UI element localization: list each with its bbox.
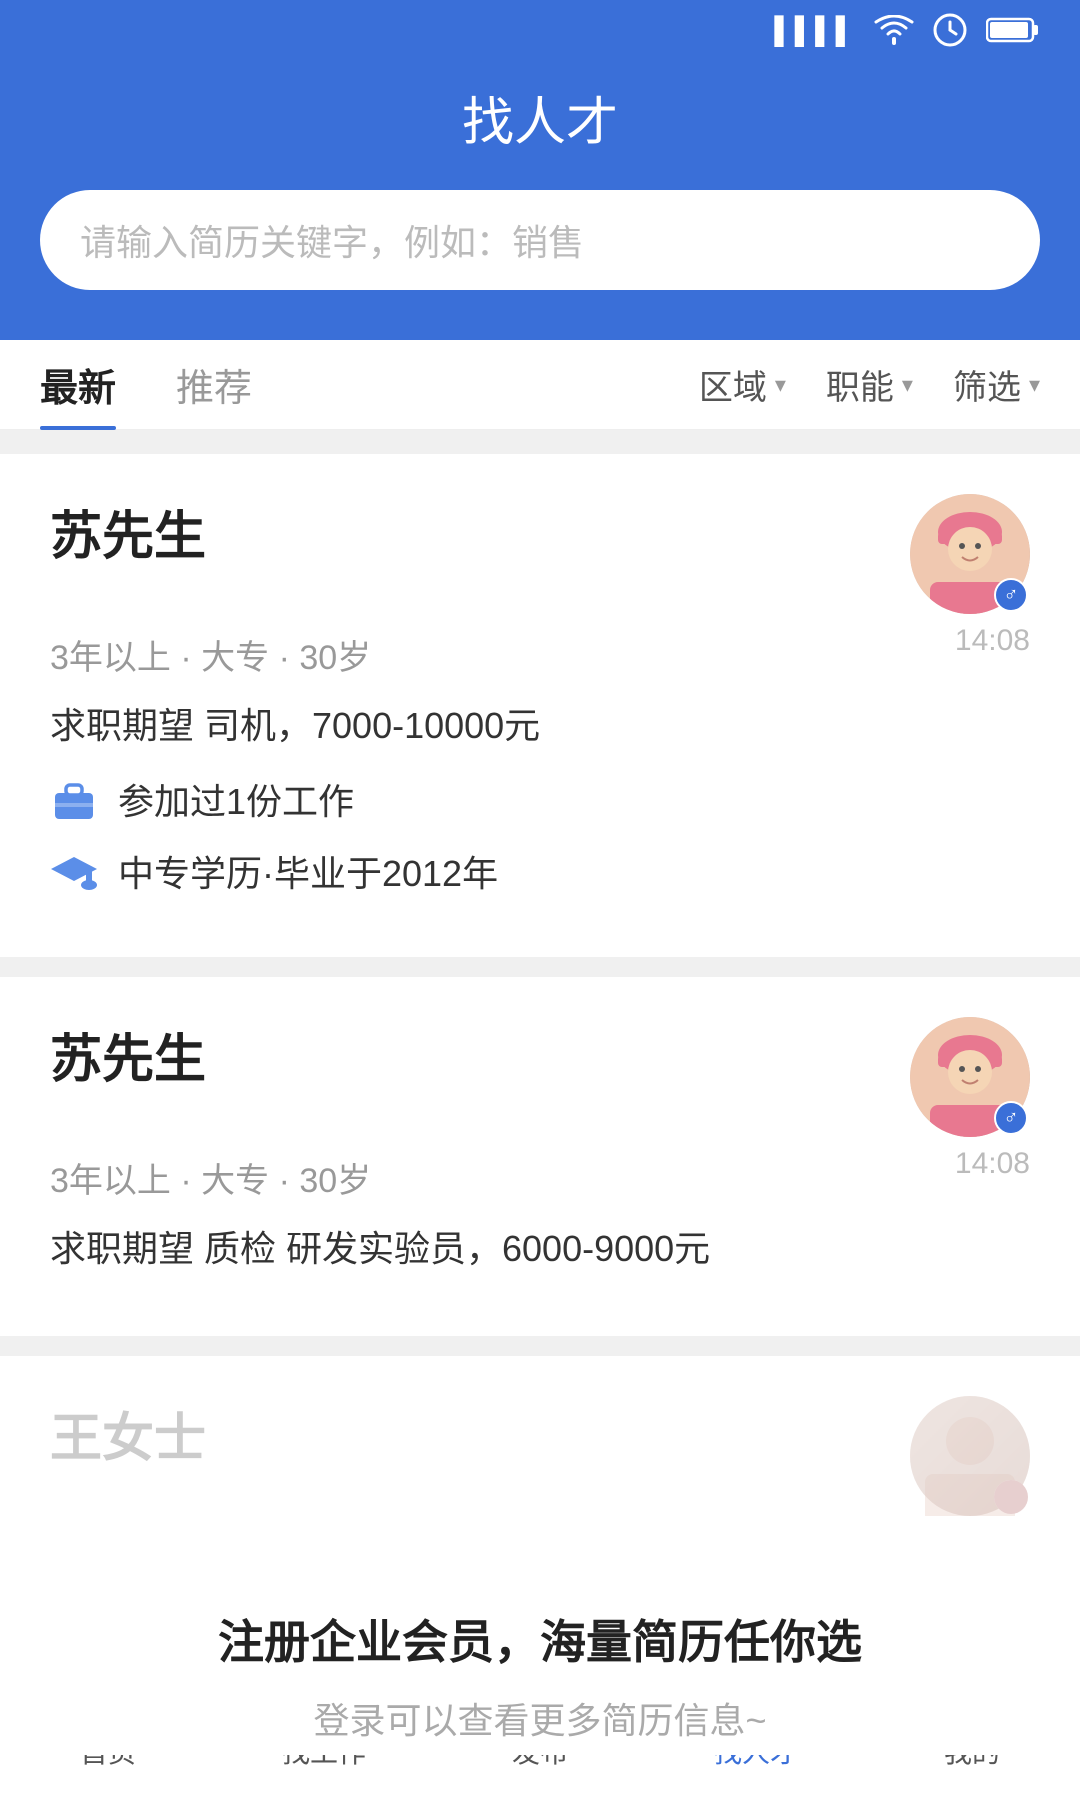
battery-icon: [986, 15, 1040, 45]
filter-region[interactable]: 区域 ▾: [699, 360, 786, 409]
resume-card-3-blurred[interactable]: 王女士: [0, 1356, 1080, 1546]
content-area: 苏先生: [0, 430, 1080, 1755]
region-arrow-icon: ▾: [775, 372, 786, 398]
clock-icon: [932, 12, 968, 48]
login-prompt: 注册企业会员，海量简历任你选 登录可以查看更多简历信息~: [0, 1546, 1080, 1755]
gender-badge-1: ♂: [994, 578, 1028, 612]
candidate-2-avatar: ♂: [910, 1017, 1030, 1137]
status-bar: ▌▌▌▌: [0, 0, 1080, 60]
candidate-1-work: 参加过1份工作: [50, 773, 1030, 825]
tab-recommended[interactable]: 推荐: [176, 340, 252, 430]
candidate-2-meta: 3年以上 · 大专 · 30岁: [50, 1153, 1030, 1202]
tab-latest[interactable]: 最新: [40, 340, 116, 430]
status-icons: ▌▌▌▌: [774, 12, 1040, 48]
briefcase-detail-icon: [50, 775, 98, 823]
card-2-header: 苏先生 ♂: [50, 1017, 1030, 1137]
login-prompt-title: 注册企业会员，海量简历任你选: [40, 1606, 1040, 1672]
filter-function[interactable]: 职能 ▾: [826, 360, 913, 409]
gender-badge-3: [994, 1480, 1028, 1514]
graduation-detail-icon: [50, 847, 98, 895]
candidate-2-time: 14:08: [955, 1147, 1030, 1181]
candidate-2-name: 苏先生: [50, 1017, 206, 1092]
function-arrow-icon: ▾: [902, 372, 913, 398]
candidate-1-avatar: ♂: [910, 494, 1030, 614]
page-title: 找人才: [40, 80, 1040, 155]
gender-badge-2: ♂: [994, 1101, 1028, 1135]
filter-right: 区域 ▾ 职能 ▾ 筛选 ▾: [699, 360, 1040, 409]
screen-arrow-icon: ▾: [1029, 372, 1040, 398]
search-placeholder: 请输入简历关键字，例如：销售: [80, 214, 584, 266]
search-bar[interactable]: 请输入简历关键字，例如：销售: [40, 190, 1040, 290]
signal-icon: ▌▌▌▌: [774, 15, 856, 46]
filter-tabs: 最新 推荐 区域 ▾ 职能 ▾ 筛选 ▾: [0, 340, 1080, 430]
candidate-1-meta: 3年以上 · 大专 · 30岁: [50, 630, 1030, 679]
login-prompt-subtitle: 登录可以查看更多简历信息~: [40, 1692, 1040, 1744]
candidate-1-expectation: 求职期望 司机，7000-10000元: [50, 697, 1030, 749]
candidate-1-work-text: 参加过1份工作: [118, 773, 354, 825]
card-1-header: 苏先生: [50, 494, 1030, 614]
header: 找人才 请输入简历关键字，例如：销售: [0, 60, 1080, 340]
candidate-3-name: 王女士: [50, 1396, 206, 1471]
card-3-header: 王女士: [50, 1396, 1030, 1516]
candidate-2-expectation: 求职期望 质检 研发实验员，6000-9000元: [50, 1220, 1030, 1272]
candidate-3-avatar: [910, 1396, 1030, 1516]
filter-screen[interactable]: 筛选 ▾: [953, 360, 1040, 409]
candidate-1-education: 中专学历·毕业于2012年: [50, 845, 1030, 897]
candidate-1-time: 14:08: [955, 624, 1030, 658]
candidate-1-name: 苏先生: [50, 494, 206, 569]
candidate-1-edu-text: 中专学历·毕业于2012年: [118, 845, 498, 897]
wifi-icon: [874, 15, 914, 45]
resume-card-2[interactable]: 苏先生 ♂ 3年以上 · 大专 · 30岁: [0, 977, 1080, 1336]
resume-card-1[interactable]: 苏先生: [0, 454, 1080, 957]
